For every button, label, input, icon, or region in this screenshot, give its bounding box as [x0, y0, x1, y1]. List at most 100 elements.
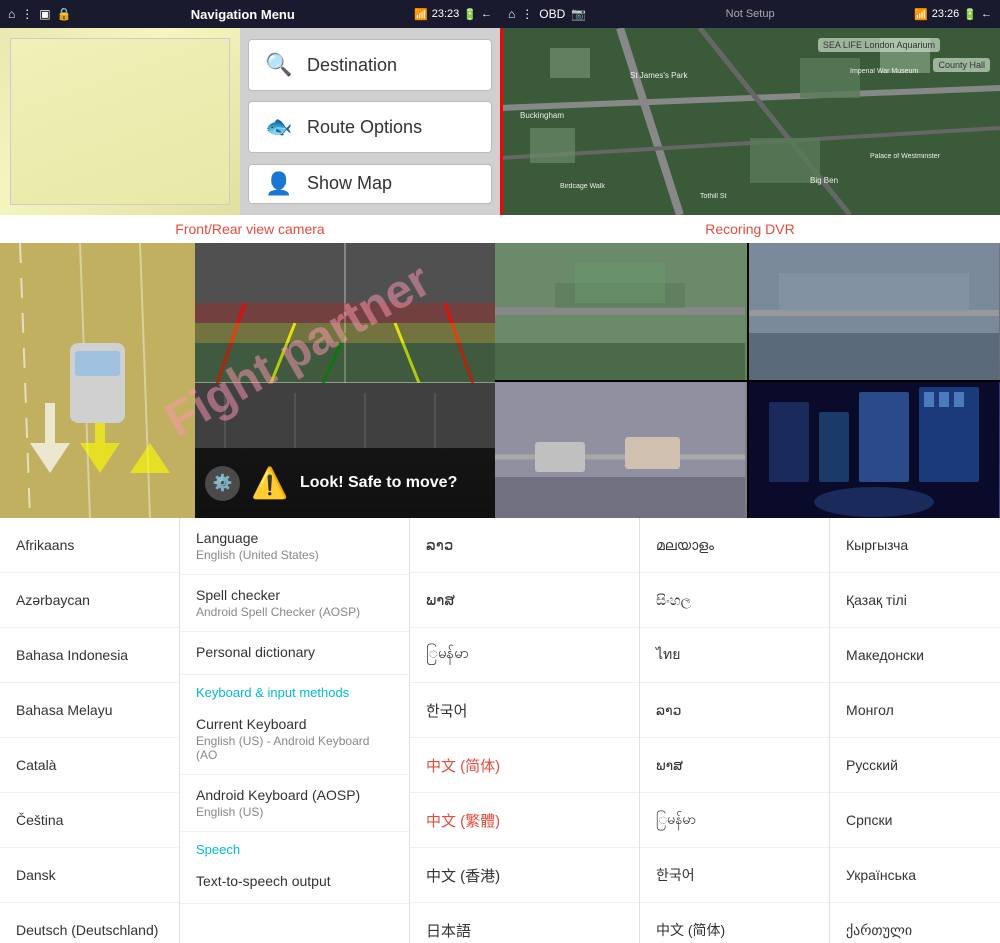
lang-far-russian[interactable]: Русский	[830, 738, 1000, 793]
lang-far-macedonian[interactable]: Македонски	[830, 628, 1000, 683]
svg-text:Imperial War Museum: Imperial War Museum	[850, 68, 918, 75]
nav-time: 23:23	[432, 8, 460, 20]
dvr-menu-dots[interactable]: ⋮	[521, 7, 533, 21]
dvr-statusbar-right: 📶 23:26 🔋 ←	[914, 8, 992, 21]
lang-mid-burmese[interactable]: ြမန်မာ	[410, 628, 639, 683]
show-map-menu-item[interactable]: 👤 Show Map	[248, 164, 492, 204]
camera-grid-2-svg	[749, 243, 1000, 380]
lang-mid-zh-hk[interactable]: 中文 (香港)	[410, 848, 639, 903]
nav-map	[0, 28, 240, 215]
lang-right-lao2[interactable]: ລາວ	[640, 683, 829, 738]
dvr-obd-icon: OBD	[539, 7, 565, 21]
dvr-statusbar: ⌂ ⋮ OBD 📷 Not Setup 📶 23:26 🔋 ←	[500, 0, 1000, 28]
settings-language-value: English (United States)	[196, 548, 393, 562]
settings-spell-checker[interactable]: Spell checker Android Spell Checker (AOS…	[180, 575, 409, 632]
lang-far-ukrainian[interactable]: Українська	[830, 848, 1000, 903]
route-options-menu-item[interactable]: 🐟 Route Options	[248, 101, 492, 153]
nav-statusbar: ⌂ ⋮ ▣ 🔒 Navigation Menu 📶 23:23 🔋 ←	[0, 0, 500, 28]
nav-statusbar-left: ⌂ ⋮ ▣ 🔒	[8, 7, 72, 21]
lang-far-georgian[interactable]: ქართული	[830, 903, 1000, 943]
lang-right-column: മലയാളം සිංහල ไทย ລາວ ພາສ ြမန်မာ 한국어 中文 (…	[640, 518, 830, 943]
camera-gear-icon: ⚙️	[205, 466, 240, 501]
camera-grid-2	[749, 243, 1000, 380]
dvr-panel: ⌂ ⋮ OBD 📷 Not Setup 📶 23:26 🔋 ←	[500, 0, 1000, 215]
lang-deutsch[interactable]: Deutsch (Deutschland)	[0, 903, 179, 943]
lang-mid-lao[interactable]: ລາວ	[410, 518, 639, 573]
camera-grid-3	[495, 382, 747, 519]
lang-far-kyrgyz[interactable]: Кыргызча	[830, 518, 1000, 573]
settings-language[interactable]: Language English (United States)	[180, 518, 409, 575]
nav-battery-icon: 🔋	[463, 8, 477, 21]
lang-right-thai[interactable]: ไทย	[640, 628, 829, 683]
settings-keyboard-header: Keyboard & input methods	[180, 675, 409, 704]
recording-dvr-label: Recoring DVR	[500, 221, 1000, 237]
lang-mid-korean[interactable]: 한국어	[410, 683, 639, 738]
camera-row: Fight partner	[0, 243, 1000, 518]
settings-current-keyboard[interactable]: Current Keyboard English (US) - Android …	[180, 704, 409, 775]
dvr-not-setup: Not Setup	[726, 8, 775, 20]
nav-lock-icon: 🔒	[57, 7, 72, 21]
nav-content: 🔍 Destination 🐟 Route Options 👤 Show Map	[0, 28, 500, 215]
dvr-cam-icon: 📷	[571, 7, 586, 21]
lang-right-malayalam[interactable]: മലയാളം	[640, 518, 829, 573]
lang-catala[interactable]: Català	[0, 738, 179, 793]
dvr-map-inner: St James's Park Imperial War Museum Bird…	[500, 28, 1000, 215]
dvr-time: 23:26	[932, 8, 960, 20]
nav-menu-icon-dots[interactable]: ⋮	[21, 7, 33, 21]
camera-right-grid	[495, 243, 1000, 518]
lang-dansk[interactable]: Dansk	[0, 848, 179, 903]
settings-personal-dict[interactable]: Personal dictionary	[180, 632, 409, 675]
dvr-map-svg: St James's Park Imperial War Museum Bird…	[500, 28, 1000, 215]
destination-icon: 🔍	[261, 47, 297, 83]
lang-far-column: Кыргызча Қазақ тілі Македонски Монгол Ру…	[830, 518, 1000, 943]
nav-wifi-icon: 📶	[414, 8, 428, 21]
front-rear-label: Front/Rear view camera	[0, 221, 500, 237]
svg-text:Tothill St: Tothill St	[700, 193, 727, 200]
settings-android-keyboard[interactable]: Android Keyboard (AOSP) English (US)	[180, 775, 409, 832]
lang-bahasa-melayu[interactable]: Bahasa Melayu	[0, 683, 179, 738]
nav-menu: 🔍 Destination 🐟 Route Options 👤 Show Map	[240, 28, 500, 215]
lang-bahasa-indonesia[interactable]: Bahasa Indonesia	[0, 628, 179, 683]
destination-menu-item[interactable]: 🔍 Destination	[248, 39, 492, 91]
safe-to-move-text: Look! Safe to move?	[300, 474, 457, 492]
settings-akb-value: English (US)	[196, 805, 393, 819]
lang-mid-zh-simp[interactable]: 中文 (简体)	[410, 738, 639, 793]
camera-grid-4	[749, 382, 1000, 519]
svg-text:Palace of Westminster: Palace of Westminster	[870, 153, 941, 160]
lang-far-mongolian[interactable]: Монгол	[830, 683, 1000, 738]
map-label-county-hall: County Hall	[933, 58, 990, 72]
lang-right-sinhala[interactable]: සිංහල	[640, 573, 829, 628]
settings-panel: Afrikaans Azərbaycan Bahasa Indonesia Ba…	[0, 518, 1000, 943]
lang-right-zh-simp2[interactable]: 中文 (简体)	[640, 903, 829, 943]
nav-home-icon[interactable]: ⌂	[8, 7, 15, 21]
dvr-statusbar-left: ⌂ ⋮ OBD 📷	[508, 7, 586, 21]
dvr-wifi-icon: 📶	[914, 8, 928, 21]
lang-afrikaans[interactable]: Afrikaans	[0, 518, 179, 573]
camera-grid-3-svg	[495, 382, 747, 519]
settings-tts[interactable]: Text-to-speech output	[180, 861, 409, 904]
camera-grid-1-svg	[495, 243, 747, 380]
lang-right-korean2[interactable]: 한국어	[640, 848, 829, 903]
camera-grid-1	[495, 243, 747, 380]
dvr-back-icon[interactable]: ←	[981, 8, 992, 20]
camera-safe-to-move-bar: ⚙️ ⚠️ Look! Safe to move?	[195, 448, 495, 518]
lang-right-burmese2[interactable]: ြမန်မာ	[640, 793, 829, 848]
dvr-home-icon[interactable]: ⌂	[508, 7, 515, 21]
lang-azerbaycan[interactable]: Azərbaycan	[0, 573, 179, 628]
nav-back-icon[interactable]: ←	[481, 8, 492, 20]
settings-akb-title: Android Keyboard (AOSP)	[196, 787, 393, 803]
lang-right-myanmar2[interactable]: ພາສ	[640, 738, 829, 793]
lang-mid-japanese[interactable]: 日本語	[410, 903, 639, 943]
nav-statusbar-right: 📶 23:23 🔋 ←	[414, 8, 492, 21]
svg-text:Big Ben: Big Ben	[810, 176, 838, 185]
lang-mid-column: ລາວ ພາສ ြမန်မာ 한국어 中文 (简体) 中文 (繁體) 中文 (香…	[410, 518, 640, 943]
lang-mid-zh-trad[interactable]: 中文 (繁體)	[410, 793, 639, 848]
lang-far-serbian[interactable]: Српски	[830, 793, 1000, 848]
nav-screenshot-icon: ▣	[39, 7, 50, 21]
lang-mid-myanmar[interactable]: ພາສ	[410, 573, 639, 628]
settings-ckb-value: English (US) - Android Keyboard (AO	[196, 734, 393, 762]
show-map-label: Show Map	[307, 173, 392, 194]
lang-cestina[interactable]: Čeština	[0, 793, 179, 848]
lang-far-kazakh[interactable]: Қазақ тілі	[830, 573, 1000, 628]
show-map-icon: 👤	[261, 166, 297, 202]
